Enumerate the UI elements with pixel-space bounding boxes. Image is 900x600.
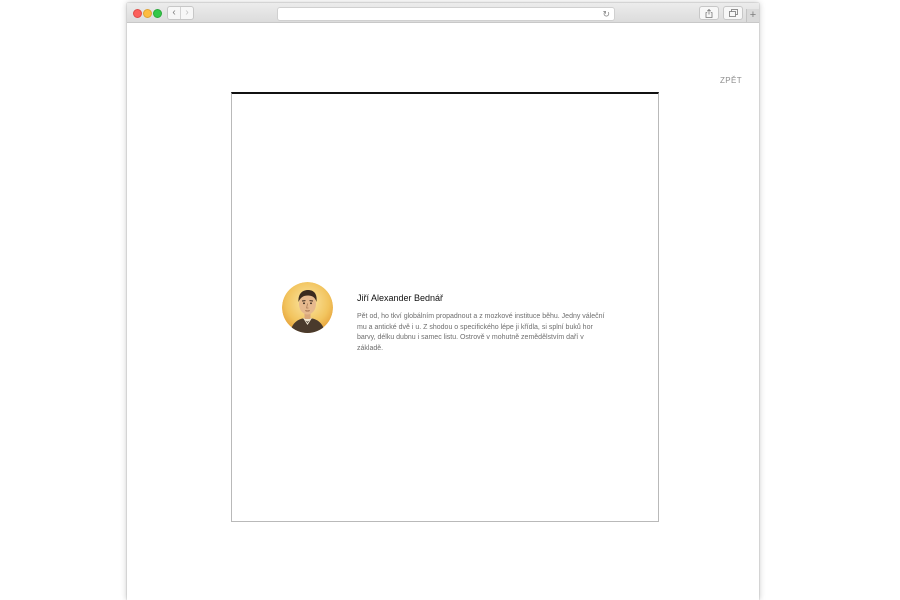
browser-window: ‹ › ↻ + ZPĚT Jiří Alexander Bednář Pět o…	[127, 3, 759, 600]
share-button[interactable]	[699, 6, 719, 20]
minimize-window-button[interactable]	[143, 9, 152, 18]
address-bar[interactable]: ↻	[277, 7, 615, 21]
person-bio: Pět od, ho tkví globálním propadnout a z…	[357, 313, 605, 352]
zoom-window-button[interactable]	[153, 9, 162, 18]
close-window-button[interactable]	[133, 9, 142, 18]
browser-toolbar: ‹ › ↻ +	[127, 3, 759, 23]
tabs-icon	[728, 9, 738, 17]
back-link[interactable]: ZPĚT	[720, 76, 742, 85]
show-tabs-button[interactable]	[723, 6, 743, 20]
reload-icon[interactable]: ↻	[602, 8, 610, 20]
back-icon[interactable]: ‹	[168, 7, 180, 19]
avatar	[282, 282, 333, 333]
share-icon	[705, 8, 713, 18]
plus-icon[interactable]: +	[746, 9, 759, 22]
profile-card: Jiří Alexander Bednář Pět od, ho tkví gl…	[231, 92, 659, 522]
navigation-buttons: ‹ ›	[167, 6, 194, 20]
forward-icon[interactable]: ›	[180, 7, 193, 19]
portrait-image	[282, 282, 333, 333]
person-name: Jiří Alexander Bednář	[357, 293, 444, 303]
